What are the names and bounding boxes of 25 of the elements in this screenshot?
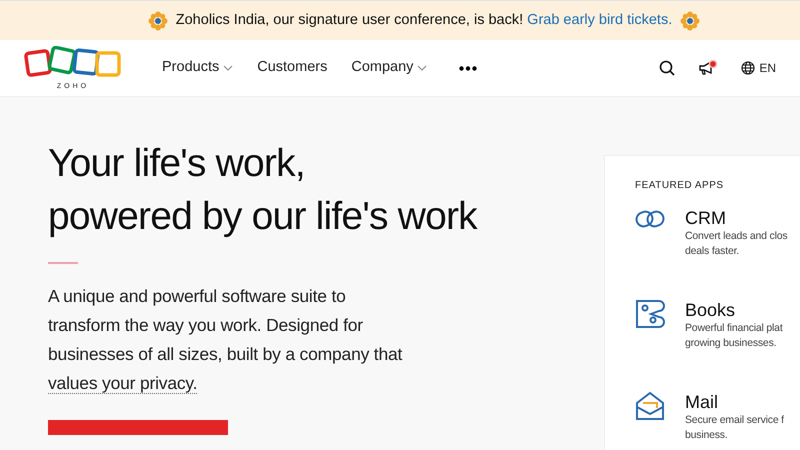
app-name[interactable]: Books (685, 299, 783, 321)
megaphone-icon[interactable] (699, 60, 718, 76)
search-icon[interactable] (659, 60, 676, 76)
nav-link[interactable]: Products (162, 57, 234, 79)
app-name[interactable]: CRM (685, 207, 788, 229)
envelope-icon (635, 391, 665, 421)
app-description: Powerful financial plat growing businesses. (685, 321, 783, 351)
banner-link[interactable]: Grab early bird tickets. (527, 12, 672, 28)
app-description: Secure email service f business. (685, 413, 784, 443)
banner-text: Zoholics India, our signature user conference, is back! Grab early bird tickets. (176, 10, 672, 30)
book-icon (635, 299, 665, 329)
app-description: Convert leads and clos deals faster. (685, 229, 788, 259)
nav-link[interactable]: Customers (257, 57, 328, 79)
hero-title: Your life's work, powered by our life's work (48, 141, 478, 240)
language-selector[interactable]: EN (741, 59, 776, 77)
featured-apps-heading: FEATURED APPS (635, 179, 725, 193)
privacy-link[interactable]: values your privacy. (48, 373, 198, 394)
flower-icon (680, 10, 700, 30)
flower-icon (148, 10, 168, 30)
globe-icon (741, 61, 756, 75)
hero-description: A unique and powerful software suite to transform the way you work. Designed for businesses of all sizes, built by a company that values your privacy. (48, 285, 404, 396)
nav-link[interactable]: Company (351, 57, 428, 79)
app-name[interactable]: Mail (685, 391, 784, 413)
linked-rings-icon (635, 208, 665, 229)
more-icon[interactable] (459, 66, 478, 70)
